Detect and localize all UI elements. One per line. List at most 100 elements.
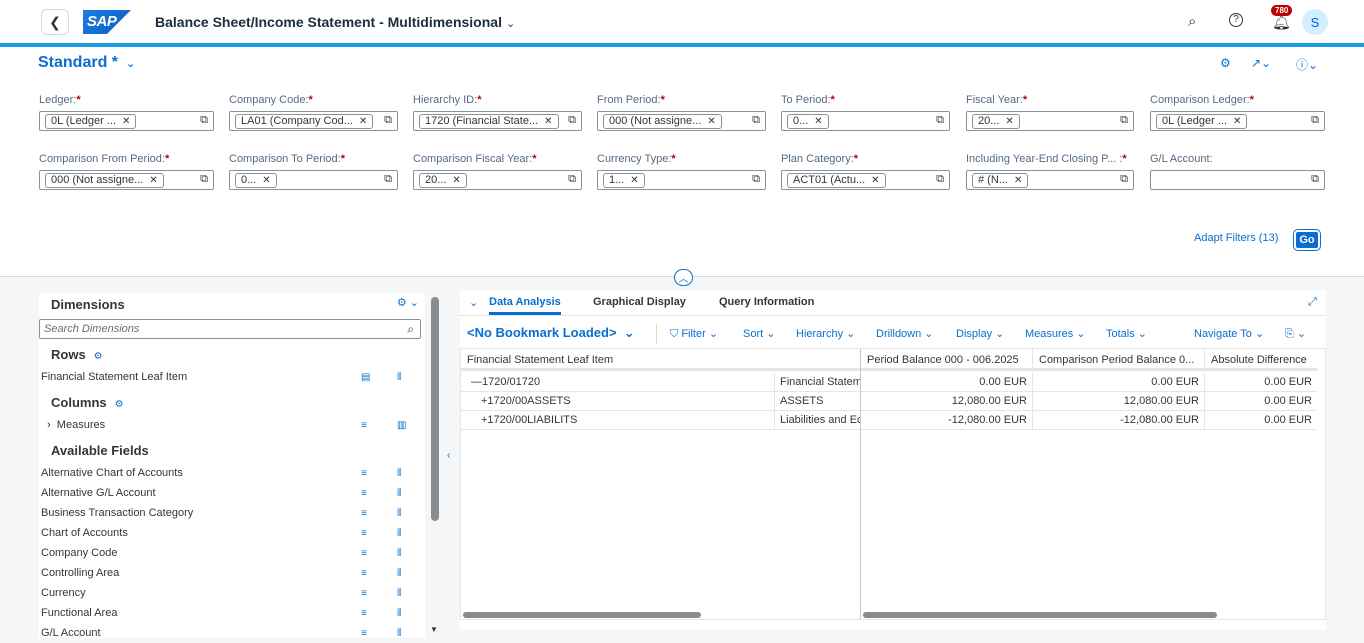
close-icon[interactable]: ✕ <box>630 174 638 187</box>
tab-data-analysis[interactable]: Data Analysis <box>489 296 561 315</box>
rows-list-icon[interactable]: ▤ <box>361 372 370 383</box>
value-help-icon[interactable]: ⧉ <box>384 173 392 186</box>
chevron-down-icon[interactable]: ⌄ <box>469 296 478 309</box>
adapt-filters-button[interactable]: Adapt Filters (13) <box>1194 232 1278 244</box>
comparison-fiscal-year-field[interactable]: 20... ✕ ⧉ <box>413 170 582 190</box>
settings-icon[interactable]: ⚙ <box>115 399 124 410</box>
close-icon[interactable]: ✕ <box>871 174 879 187</box>
dimensions-search-input[interactable]: Search Dimensions ⌕ <box>39 319 421 339</box>
display-button[interactable]: Display ⌄ <box>956 327 1004 340</box>
value-help-icon[interactable]: ⧉ <box>568 173 576 186</box>
drilldown-button[interactable]: Drilldown ⌄ <box>876 327 934 340</box>
close-icon[interactable]: ✕ <box>149 174 157 187</box>
value-help-icon[interactable]: ⧉ <box>1120 114 1128 127</box>
filter-button[interactable]: ⛉ Filter ⌄ <box>670 327 718 341</box>
scrollbar-thumb[interactable] <box>431 297 439 521</box>
comparison-ledger-field[interactable]: 0L (Ledger ... ✕ ⧉ <box>1150 111 1325 131</box>
rows-list-icon[interactable]: ≡ <box>361 468 367 479</box>
comparison-ledger-token[interactable]: 0L (Ledger ... ✕ <box>1156 113 1248 129</box>
value-help-icon[interactable]: ⧉ <box>200 114 208 127</box>
rows-list-icon[interactable]: ≡ <box>361 608 367 619</box>
totals-button[interactable]: Totals ⌄ <box>1106 327 1147 340</box>
comparison-fiscal-year-token[interactable]: 20... ✕ <box>419 172 467 188</box>
fiscal-year-field[interactable]: 20... ✕ ⧉ <box>966 111 1134 131</box>
rows-list-icon[interactable]: ≡ <box>361 488 367 499</box>
tree-node-toggle[interactable]: —1720/01720 <box>461 373 775 392</box>
from-period-field[interactable]: 000 (Not assigne... ✕ ⧉ <box>597 111 766 131</box>
columns-list-icon[interactable]: ⦀ <box>397 588 401 599</box>
available-field-item[interactable]: Functional Area <box>41 607 117 619</box>
columns-list-icon[interactable]: ⦀ <box>397 488 401 499</box>
share-icon[interactable]: ↗⌄ <box>1251 56 1271 70</box>
currency-type-token[interactable]: 1... ✕ <box>603 172 645 188</box>
columns-list-icon[interactable]: ▥ <box>397 420 406 431</box>
rows-list-icon[interactable]: ≡ <box>361 588 367 599</box>
comparison-from-period-token[interactable]: 000 (Not assigne... ✕ <box>45 172 164 188</box>
value-help-icon[interactable]: ⧉ <box>936 114 944 127</box>
column-header[interactable]: Comparison Period Balance 0... <box>1033 349 1205 371</box>
rows-list-icon[interactable]: ≡ <box>361 420 367 431</box>
tree-node-toggle[interactable]: +1720/00LIABILITS <box>461 411 775 430</box>
plan-category-field[interactable]: ACT01 (Actu... ✕ ⧉ <box>781 170 950 190</box>
avatar[interactable]: S <box>1302 9 1328 35</box>
rows-list-icon[interactable]: ≡ <box>361 508 367 519</box>
value-help-icon[interactable]: ⧉ <box>752 173 760 186</box>
app-title[interactable]: Balance Sheet/Income Statement - Multidi… <box>155 14 515 30</box>
column-header[interactable]: Financial Statement Leaf Item <box>461 349 861 371</box>
value-help-icon[interactable]: ⧉ <box>752 114 760 127</box>
scroll-down-icon[interactable]: ▼ <box>430 625 438 634</box>
year-end-closing-token[interactable]: # (N... ✕ <box>972 172 1029 188</box>
horizontal-scrollbar-left[interactable] <box>463 612 701 618</box>
rows-list-icon[interactable]: ≡ <box>361 528 367 539</box>
hierarchy-button[interactable]: Hierarchy ⌄ <box>796 327 855 340</box>
company-code-field[interactable]: LA01 (Company Cod... ✕ ⧉ <box>229 111 398 131</box>
search-icon[interactable]: ⌕ <box>1188 13 1196 30</box>
columns-item[interactable]: › Measures <box>47 419 105 431</box>
help-icon[interactable]: ? <box>1229 13 1243 27</box>
tree-node-toggle[interactable]: +1720/00ASSETS <box>461 392 775 411</box>
value-help-icon[interactable]: ⧉ <box>1311 114 1319 127</box>
columns-list-icon[interactable]: ⦀ <box>397 372 401 383</box>
value-help-icon[interactable]: ⧉ <box>568 114 576 127</box>
close-icon[interactable]: ✕ <box>814 115 822 128</box>
available-field-item[interactable]: Business Transaction Category <box>41 507 193 519</box>
gl-account-field[interactable]: ⧉ <box>1150 170 1325 190</box>
available-field-item[interactable]: G/L Account <box>41 627 101 638</box>
columns-list-icon[interactable]: ⦀ <box>397 508 401 519</box>
available-field-item[interactable]: Alternative G/L Account <box>41 487 156 499</box>
measures-button[interactable]: Measures ⌄ <box>1025 327 1086 340</box>
settings-icon[interactable]: ⚙ <box>94 351 103 362</box>
close-icon[interactable]: ✕ <box>262 174 270 187</box>
back-button[interactable]: ❮ <box>41 9 69 35</box>
year-end-closing-field[interactable]: # (N... ✕ ⧉ <box>966 170 1134 190</box>
to-period-field[interactable]: 0... ✕ ⧉ <box>781 111 950 131</box>
value-help-icon[interactable]: ⧉ <box>1311 173 1319 186</box>
column-header[interactable]: Absolute Difference <box>1205 349 1317 371</box>
to-period-token[interactable]: 0... ✕ <box>787 113 829 129</box>
tab-graphical-display[interactable]: Graphical Display <box>593 296 686 308</box>
close-icon[interactable]: ✕ <box>359 115 367 128</box>
settings-icon[interactable]: ⚙ <box>1220 56 1231 70</box>
close-icon[interactable]: ✕ <box>452 174 460 187</box>
available-field-item[interactable]: Alternative Chart of Accounts <box>41 467 183 479</box>
columns-list-icon[interactable]: ⦀ <box>397 548 401 559</box>
columns-list-icon[interactable]: ⦀ <box>397 568 401 579</box>
variant-selector[interactable]: Standard * ⌄ <box>38 54 135 72</box>
bookmark-selector[interactable]: <No Bookmark Loaded> ⌄ <box>467 325 635 341</box>
comparison-to-period-token[interactable]: 0... ✕ <box>235 172 277 188</box>
columns-list-icon[interactable]: ⦀ <box>397 468 401 479</box>
available-field-item[interactable]: Currency <box>41 587 86 599</box>
search-icon[interactable]: ⌕ <box>407 322 414 337</box>
sort-button[interactable]: Sort ⌄ <box>743 327 775 340</box>
value-help-icon[interactable]: ⧉ <box>1120 173 1128 186</box>
fiscal-year-token[interactable]: 20... ✕ <box>972 113 1020 129</box>
go-button[interactable]: Go <box>1293 229 1321 251</box>
close-icon[interactable]: ✕ <box>1014 174 1022 187</box>
rows-list-icon[interactable]: ≡ <box>361 568 367 579</box>
close-icon[interactable]: ✕ <box>1233 115 1241 128</box>
tab-query-information[interactable]: Query Information <box>719 296 814 308</box>
close-icon[interactable]: ✕ <box>122 115 130 128</box>
value-help-icon[interactable]: ⧉ <box>936 173 944 186</box>
hierarchy-id-token[interactable]: 1720 (Financial State... ✕ <box>419 113 559 129</box>
column-header[interactable]: Period Balance 000 - 006.2025 <box>861 349 1033 371</box>
